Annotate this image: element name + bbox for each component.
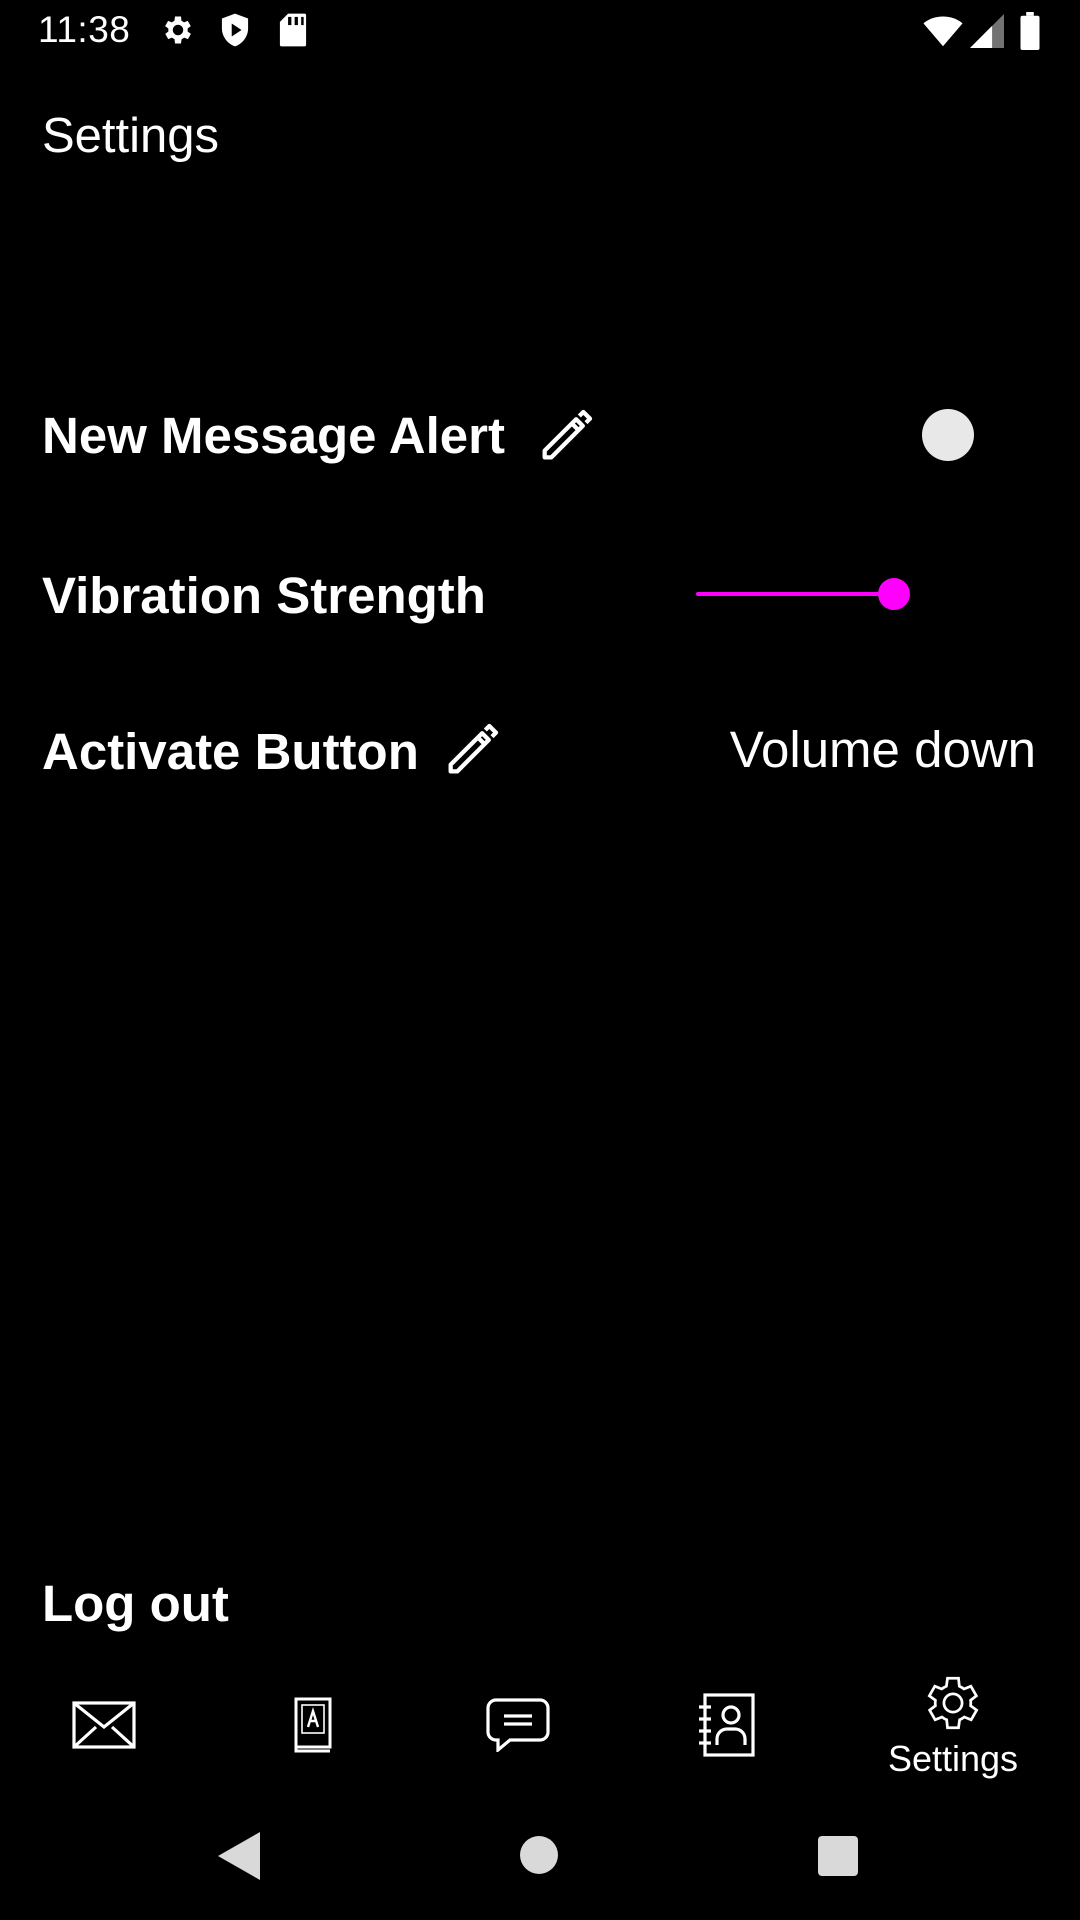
home-icon[interactable] bbox=[520, 1836, 558, 1874]
nav-item-chat[interactable] bbox=[476, 1660, 560, 1790]
back-icon[interactable] bbox=[218, 1832, 260, 1880]
pencil-icon[interactable] bbox=[534, 404, 598, 468]
nav-item-settings[interactable]: Settings bbox=[876, 1660, 1030, 1790]
nav-item-messages[interactable] bbox=[62, 1660, 146, 1790]
system-nav bbox=[0, 1810, 1080, 1920]
bottom-nav: Settings bbox=[0, 1660, 1080, 1790]
toggle-thumb bbox=[922, 409, 974, 461]
cell-signal-icon bbox=[970, 14, 1004, 48]
nav-label-settings: Settings bbox=[887, 1738, 1019, 1779]
shield-icon bbox=[218, 12, 252, 48]
battery-icon bbox=[1018, 12, 1042, 50]
logout-button[interactable]: Log out bbox=[42, 1574, 229, 1633]
sd-card-icon bbox=[278, 12, 308, 48]
activate-button-label: Activate Button bbox=[42, 723, 419, 780]
status-bar: 11:38 bbox=[0, 0, 1080, 63]
new-message-alert-label: New Message Alert bbox=[42, 407, 505, 464]
nav-item-dictionary[interactable] bbox=[270, 1660, 354, 1790]
wifi-icon bbox=[922, 14, 964, 48]
recents-icon[interactable] bbox=[818, 1836, 858, 1876]
gear-icon bbox=[160, 12, 196, 48]
pencil-icon[interactable] bbox=[440, 718, 504, 782]
vibration-strength-slider[interactable] bbox=[696, 566, 910, 622]
new-message-alert-toggle[interactable] bbox=[898, 403, 1008, 467]
chat-bubble-icon bbox=[486, 1698, 550, 1752]
vibration-strength-label: Vibration Strength bbox=[42, 567, 486, 624]
nav-item-contacts[interactable] bbox=[684, 1660, 768, 1790]
contacts-book-icon bbox=[699, 1693, 755, 1757]
page-title: Settings bbox=[42, 109, 220, 163]
status-time: 11:38 bbox=[38, 9, 131, 50]
gear-icon bbox=[927, 1676, 979, 1730]
book-icon bbox=[294, 1697, 332, 1753]
activate-button-value[interactable]: Volume down bbox=[730, 720, 1036, 779]
slider-track bbox=[696, 592, 894, 596]
envelope-icon bbox=[72, 1701, 136, 1749]
settings-screen: 11:38 Settings New Message Alert Vibrati… bbox=[0, 0, 1080, 1920]
slider-thumb[interactable] bbox=[878, 578, 910, 610]
